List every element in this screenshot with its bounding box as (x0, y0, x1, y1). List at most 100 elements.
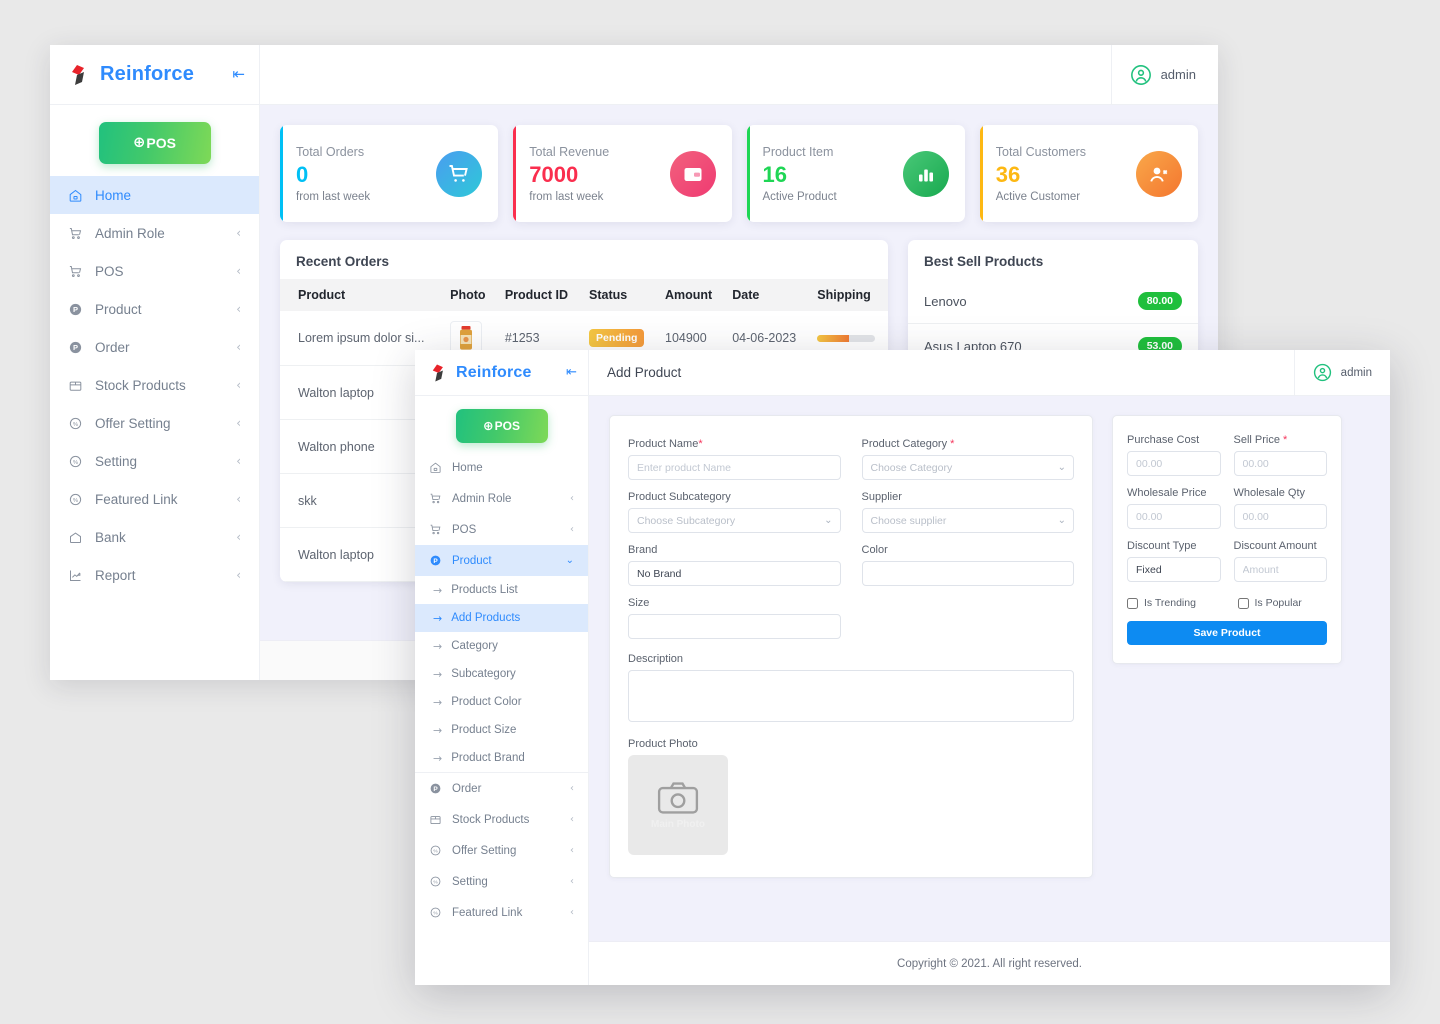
gear-badge-icon: % (430, 845, 441, 856)
chevron-left-icon[interactable]: ‹ (236, 417, 241, 429)
submenu-item-subcategory[interactable]: → Subcategory (415, 660, 588, 688)
sidebar-item-label: Setting (95, 453, 138, 469)
user-menu[interactable]: admin (1110, 45, 1196, 104)
sell-price-input[interactable] (1233, 451, 1327, 476)
product-name-input[interactable] (628, 455, 841, 480)
is-popular-checkbox-row[interactable]: Is Popular (1237, 597, 1328, 609)
wholesale-price-input[interactable] (1127, 504, 1221, 529)
chevron-left-icon[interactable]: ‹ (570, 524, 574, 535)
product-subnav: → Products List → Add Products → Category → Sub… (415, 576, 588, 773)
chevron-left-icon[interactable]: ‹ (570, 876, 574, 887)
sidebar-item-product[interactable]: P Product ‹ (50, 290, 259, 328)
sidebar-item-home[interactable]: Home (50, 176, 259, 214)
arrow-right-icon: → (433, 611, 443, 625)
purchase-cost-input[interactable] (1127, 451, 1221, 476)
color-input[interactable] (861, 561, 1074, 586)
chevron-left-icon[interactable]: ‹ (570, 845, 574, 856)
chevron-left-icon[interactable]: ‹ (570, 814, 574, 825)
chevron-left-icon[interactable]: ‹ (236, 303, 241, 315)
sidebar-item-pos[interactable]: POS ‹ (50, 252, 259, 290)
best-sell-row[interactable]: Lenovo 80.00 (908, 279, 1198, 323)
is-popular-checkbox[interactable] (1237, 597, 1249, 609)
sidebar-item-home[interactable]: Home (415, 452, 588, 483)
submenu-item-category[interactable]: → Category (415, 632, 588, 660)
nav-icon-wrap: P (429, 782, 442, 795)
sidebar-item-setting[interactable]: % Setting ‹ (50, 442, 259, 480)
product-category-select[interactable]: Choose Category (861, 455, 1074, 480)
sidebar-item-order[interactable]: P Order ‹ (415, 773, 588, 804)
description-textarea[interactable] (628, 670, 1074, 722)
submenu-item-label: Add Products (451, 612, 521, 624)
sidebar-item-featured-link[interactable]: % Featured Link ‹ (415, 897, 588, 928)
pos-button[interactable]: ⊕ POS (455, 409, 548, 443)
discount-amount-input[interactable] (1233, 557, 1327, 582)
sidebar-item-product[interactable]: P Product ⌄ (415, 545, 588, 576)
sidebar-item-admin-role[interactable]: Admin Role ‹ (50, 214, 259, 252)
sidebar-item-pos[interactable]: POS ‹ (415, 514, 588, 545)
chevron-left-icon[interactable]: ‹ (236, 265, 241, 277)
submenu-item-products-list[interactable]: → Products List (415, 576, 588, 604)
chevron-left-icon[interactable]: ‹ (236, 455, 241, 467)
stat-icon-badge (669, 150, 716, 197)
chevron-left-icon[interactable]: ‹ (236, 379, 241, 391)
sidebar-item-featured-link[interactable]: % Featured Link ‹ (50, 480, 259, 518)
sidebar-item-stock-products[interactable]: Stock Products ‹ (50, 366, 259, 404)
label-wholesale-qty: Wholesale Qty (1233, 487, 1306, 499)
wholesale-qty-input[interactable] (1233, 504, 1327, 529)
collapse-left-icon[interactable]: ⇤ (232, 67, 245, 82)
flags-row: Is Trending Is Popular (1127, 597, 1327, 609)
required-asterisk: * (698, 438, 703, 450)
product-subcategory-select[interactable]: Choose Subcategory (628, 508, 841, 533)
label-product-category: Product Category * (861, 438, 955, 450)
user-menu[interactable]: admin (1293, 350, 1372, 395)
dashboard-topbar: admin (260, 45, 1218, 105)
sidebar-item-setting[interactable]: % Setting ‹ (415, 866, 588, 897)
sidebar-item-label: Home (452, 461, 483, 474)
sidebar-item-admin-role[interactable]: Admin Role ‹ (415, 483, 588, 514)
submenu-item-add-products[interactable]: → Add Products (415, 604, 588, 632)
size-input[interactable] (628, 614, 841, 639)
box-icon (430, 816, 441, 824)
chevron-left-icon[interactable]: ‹ (236, 493, 241, 505)
chevron-left-icon[interactable]: ‹ (236, 569, 241, 581)
sidebar-item-bank[interactable]: Bank ‹ (50, 518, 259, 556)
brand-input[interactable] (628, 561, 841, 586)
sidebar-item-label: Home (95, 187, 132, 203)
p-circle-icon: P (69, 303, 82, 315)
nav-icon-wrap: % (68, 416, 83, 431)
chevron-down-icon[interactable]: ⌄ (566, 555, 574, 566)
chevron-left-icon[interactable]: ‹ (570, 493, 574, 504)
chevron-left-icon[interactable]: ‹ (236, 341, 241, 353)
product-photo-upload[interactable]: Main Photo (628, 755, 728, 855)
bank-icon (70, 532, 81, 543)
collapse-left-icon[interactable]: ⇤ (566, 366, 577, 379)
field-product-photo: Product Photo Main Photo (628, 738, 1074, 855)
svg-text:%: % (433, 879, 438, 885)
field-wholesale-price: Wholesale Price (1127, 487, 1221, 529)
stat-icon-badge (902, 150, 949, 197)
chevron-left-icon[interactable]: ‹ (236, 227, 241, 239)
sidebar-item-stock-products[interactable]: Stock Products ‹ (415, 804, 588, 835)
sidebar-item-order[interactable]: P Order ‹ (50, 328, 259, 366)
required-asterisk: * (950, 438, 955, 450)
sidebar-item-report[interactable]: Report ‹ (50, 556, 259, 594)
is-trending-checkbox-row[interactable]: Is Trending (1127, 597, 1217, 609)
submenu-item-product-size[interactable]: → Product Size (415, 716, 588, 744)
discount-type-input[interactable] (1127, 557, 1221, 582)
chevron-left-icon[interactable]: ‹ (570, 783, 574, 794)
field-description: Description (628, 653, 1074, 727)
sidebar-item-label: Featured Link (95, 491, 178, 507)
is-trending-checkbox[interactable] (1127, 597, 1138, 609)
camera-icon (657, 782, 699, 814)
chevron-left-icon[interactable]: ‹ (236, 531, 241, 543)
sidebar-item-offer-setting[interactable]: % Offer Setting ‹ (415, 835, 588, 866)
pos-button[interactable]: ⊕ POS (98, 122, 211, 164)
submenu-item-product-color[interactable]: → Product Color (415, 688, 588, 716)
p-circle-icon: P (430, 783, 441, 794)
column-header: Photo (442, 279, 497, 311)
save-product-button[interactable]: Save Product (1127, 621, 1327, 645)
chevron-left-icon[interactable]: ‹ (570, 907, 574, 918)
sidebar-item-offer-setting[interactable]: % Offer Setting ‹ (50, 404, 259, 442)
supplier-select[interactable]: Choose supplier (861, 508, 1074, 533)
submenu-item-product-brand[interactable]: → Product Brand (415, 744, 588, 772)
